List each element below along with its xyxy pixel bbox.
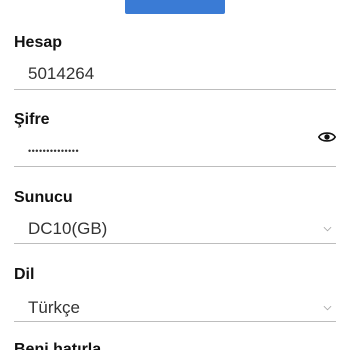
account-field: Hesap 5014264 xyxy=(14,34,336,94)
account-input[interactable]: 5014264 xyxy=(28,64,94,84)
password-label: Şifre xyxy=(14,111,50,128)
chevron-down-icon[interactable] xyxy=(323,226,332,232)
eye-icon[interactable] xyxy=(318,130,336,144)
account-underline xyxy=(14,89,336,90)
top-action-button[interactable] xyxy=(125,0,225,14)
chevron-down-icon[interactable] xyxy=(323,305,332,311)
password-field: Şifre •••••••••••••• xyxy=(14,111,336,171)
server-select[interactable]: DC10(GB) xyxy=(28,219,107,239)
password-input[interactable]: •••••••••••••• xyxy=(28,146,79,156)
language-underline xyxy=(14,321,336,322)
login-form: Hesap 5014264 Şifre •••••••••••••• Sunuc… xyxy=(0,0,350,350)
language-field: Dil Türkçe xyxy=(14,266,336,326)
account-label: Hesap xyxy=(14,34,63,51)
language-select[interactable]: Türkçe xyxy=(28,298,80,318)
server-label: Sunucu xyxy=(14,189,73,206)
password-underline xyxy=(14,166,336,167)
remember-me-label: Beni hatırla xyxy=(14,341,102,350)
server-field: Sunucu DC10(GB) xyxy=(14,189,336,249)
language-label: Dil xyxy=(14,266,35,283)
server-underline xyxy=(14,243,336,244)
